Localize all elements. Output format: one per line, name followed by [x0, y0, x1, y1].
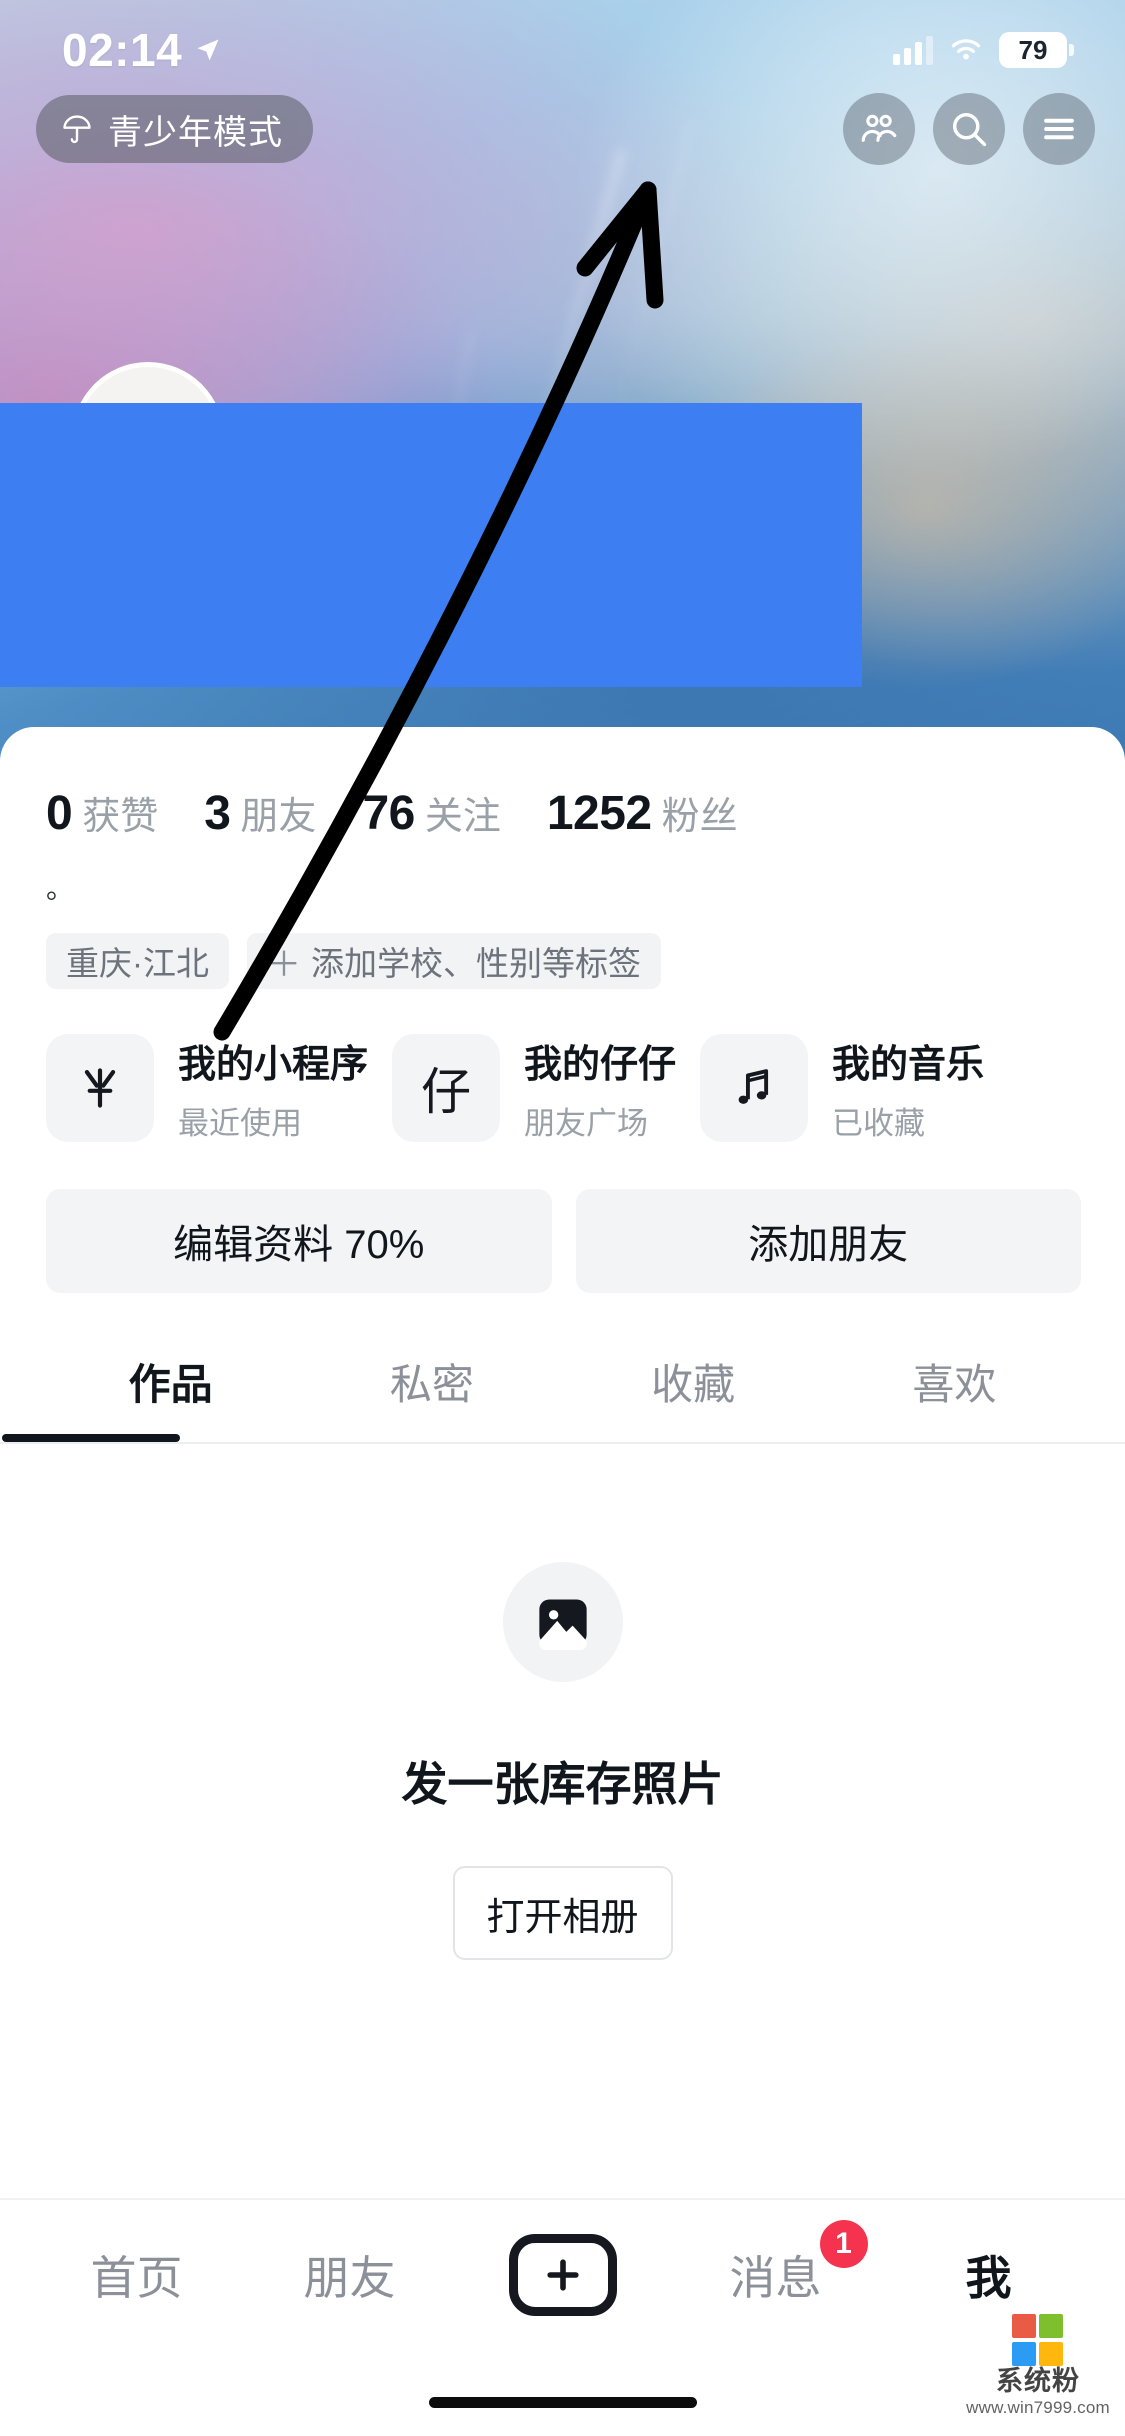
search-icon — [952, 112, 987, 147]
edit-profile-button[interactable]: 编辑资料 70% — [46, 1189, 552, 1293]
stat-item[interactable]: 3 朋友 — [204, 785, 316, 841]
content-tabs: 作品 私密 收藏 喜欢 — [0, 1351, 1125, 1442]
status-bar: 02:14 79 — [0, 0, 1125, 100]
active-tab-indicator — [2, 1434, 180, 1442]
empty-state-title: 发一张库存照片 — [401, 1758, 724, 1810]
tag-label: 重庆·江北 — [66, 945, 209, 982]
nav-label: 消息 — [729, 2252, 822, 2304]
teen-mode-button[interactable]: 青少年模式 — [36, 95, 313, 163]
stat-value: 3 — [204, 787, 231, 840]
shortcut-zaizai[interactable]: 仔 我的仔仔 朋友广场 — [392, 1033, 676, 1143]
add-friend-button[interactable]: 添加朋友 — [575, 1189, 1081, 1293]
watermark: 系统粉 www.win7999.com — [963, 2314, 1113, 2418]
image-placeholder-icon — [502, 1562, 623, 1682]
header-actions — [843, 93, 1095, 165]
profile-content-card: 0 获赞 3 朋友 76 关注 1252 粉丝 。 重庆·江北 ＋ 添加学校、性… — [0, 727, 1125, 2436]
watermark-name: 系统粉 — [996, 2366, 1080, 2396]
stat-label: 粉丝 — [661, 796, 738, 838]
status-bar-right: 79 — [893, 32, 1074, 68]
music-note-icon — [700, 1034, 809, 1142]
shortcut-title: 我的小程序 — [178, 1044, 369, 1086]
tab-works[interactable]: 作品 — [40, 1351, 301, 1442]
umbrella-icon — [63, 115, 91, 144]
battery-indicator: 79 — [999, 32, 1074, 68]
stat-label: 获赞 — [82, 796, 159, 838]
profile-action-buttons: 编辑资料 70% 添加朋友 — [0, 1143, 1125, 1293]
tab-favorites[interactable]: 收藏 — [563, 1351, 824, 1442]
tab-likes[interactable]: 喜欢 — [824, 1351, 1085, 1442]
profile-stats: 0 获赞 3 朋友 76 关注 1252 粉丝 — [0, 727, 1125, 841]
status-bar-left: 02:14 — [62, 23, 222, 77]
nav-label: 朋友 — [303, 2252, 396, 2304]
shortcut-title: 我的仔仔 — [524, 1044, 677, 1086]
shortcut-title: 我的音乐 — [832, 1044, 985, 1086]
shortcut-music[interactable]: 我的音乐 已收藏 — [700, 1033, 984, 1143]
teen-mode-label: 青少年模式 — [108, 113, 283, 152]
menu-button[interactable] — [1023, 93, 1095, 165]
mini-program-icon — [46, 1034, 154, 1142]
shortcut-subtitle: 已收藏 — [832, 1106, 926, 1141]
profile-bio[interactable]: 。 — [0, 841, 1125, 903]
shortcut-mini-program[interactable]: 我的小程序 最近使用 — [46, 1033, 368, 1143]
search-button[interactable] — [933, 93, 1005, 165]
tag-label: 添加学校、性别等标签 — [311, 945, 641, 982]
location-arrow-icon — [197, 39, 219, 61]
profile-tags: 重庆·江北 ＋ 添加学校、性别等标签 — [0, 903, 1125, 989]
zaizai-icon: 仔 — [392, 1034, 501, 1142]
bottom-nav: 首页 朋友 消息 1 我 — [0, 2198, 1125, 2436]
tag-add-info[interactable]: ＋ 添加学校、性别等标签 — [247, 933, 661, 989]
profile-shortcuts: 我的小程序 最近使用 仔 我的仔仔 朋友广场 我的音乐 已收藏 — [0, 989, 1125, 1143]
watermark-url: www.win7999.com — [966, 2398, 1110, 2417]
tab-private[interactable]: 私密 — [301, 1351, 562, 1442]
cellular-signal-icon — [893, 35, 933, 65]
stat-label: 朋友 — [240, 796, 317, 838]
friends-button[interactable] — [843, 93, 915, 165]
plus-icon: ＋ — [267, 945, 301, 984]
stat-value: 1252 — [546, 787, 652, 840]
nav-item-home[interactable]: 首页 — [30, 2242, 243, 2308]
nav-item-friends[interactable]: 朋友 — [243, 2242, 456, 2308]
open-album-button[interactable]: 打开相册 — [452, 1866, 673, 1960]
wifi-icon — [951, 39, 981, 60]
stat-value: 0 — [46, 787, 73, 840]
home-indicator — [428, 2397, 697, 2408]
nav-item-create[interactable] — [456, 2234, 669, 2316]
tag-location[interactable]: 重庆·江北 — [46, 933, 229, 989]
status-badge: 1 — [819, 2220, 868, 2268]
phone-screen: 02:14 79 青少年模式 0 获赞 3 朋友 76 关注 1252 粉丝 。… — [0, 0, 1125, 2436]
stat-label: 关注 — [424, 796, 501, 838]
shortcut-subtitle: 朋友广场 — [524, 1106, 649, 1141]
nav-item-messages[interactable]: 消息 1 — [669, 2220, 882, 2308]
status-time: 02:14 — [62, 24, 183, 76]
redacted-profile-name-block — [0, 403, 862, 687]
nav-label: 我 — [965, 2252, 1012, 2304]
stat-item[interactable]: 0 获赞 — [46, 785, 158, 841]
shortcut-subtitle: 最近使用 — [178, 1106, 302, 1141]
plus-icon — [508, 2234, 617, 2316]
nav-label: 首页 — [90, 2252, 183, 2304]
nav-item-me[interactable]: 我 — [882, 2242, 1095, 2308]
windows-logo-icon — [1012, 2314, 1064, 2366]
stat-item[interactable]: 1252 粉丝 — [547, 785, 738, 841]
friends-icon — [861, 114, 897, 142]
zaizai-icon-text: 仔 — [421, 1064, 472, 1120]
empty-state: 发一张库存照片 打开相册 — [0, 1444, 1125, 1960]
stat-item[interactable]: 76 关注 — [362, 785, 500, 841]
menu-icon — [1044, 118, 1074, 140]
stat-value: 76 — [362, 787, 415, 840]
